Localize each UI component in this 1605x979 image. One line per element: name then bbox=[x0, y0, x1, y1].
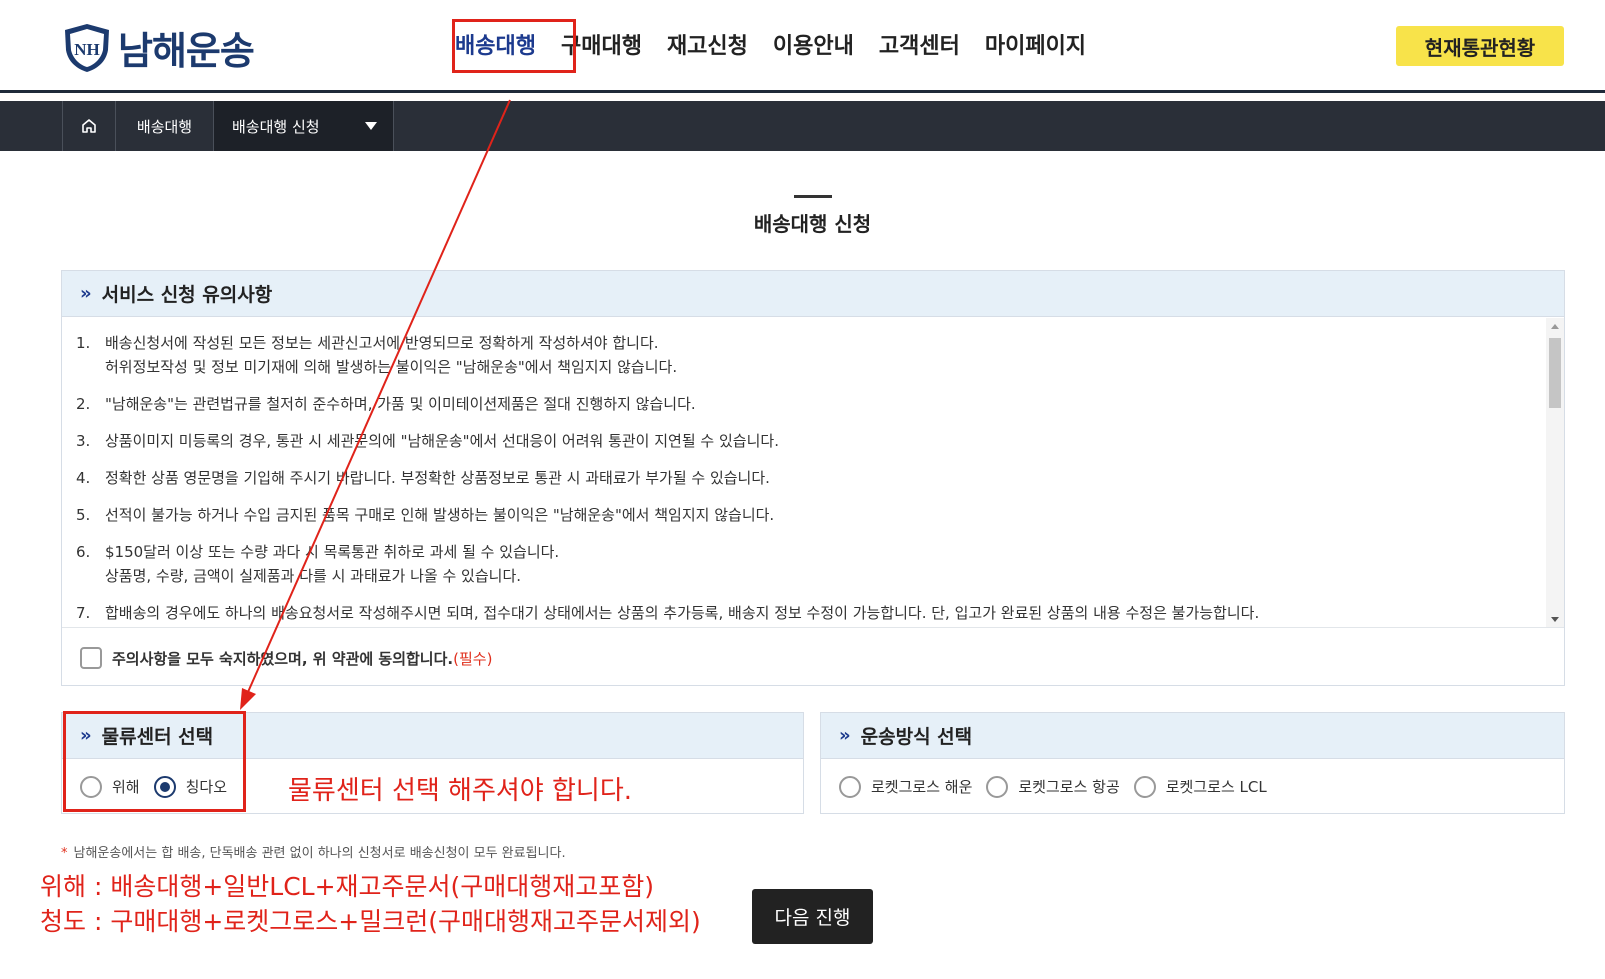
double-chevron-right-icon: » bbox=[839, 725, 851, 746]
transport-options: 로켓그로스 해운 로켓그로스 항공 로켓그로스 LCL bbox=[821, 759, 1564, 814]
notice-item-line: $150달러 이상 또는 수량 과다 시 목록통관 취하로 과세 될 수 있습니… bbox=[105, 543, 560, 561]
scroll-down-arrow-icon[interactable] bbox=[1551, 617, 1559, 622]
notice-item: 7. 합배송의 경우에도 하나의 배송요청서로 작성해주시면 되며, 접수대기 상… bbox=[76, 601, 1534, 625]
double-chevron-right-icon: » bbox=[80, 283, 92, 304]
notice-item-line: 상품이미지 미등록의 경우, 통관 시 세관문의에 "남해운송"에서 선대응이 … bbox=[105, 432, 779, 450]
transport-option-lcl[interactable]: 로켓그로스 LCL bbox=[1133, 775, 1267, 798]
breadcrumb-level2-dropdown[interactable]: 배송대행 신청 bbox=[214, 101, 394, 151]
notice-item-number: 7. bbox=[76, 604, 91, 622]
notice-item-line: 배송신청서에 작성된 모든 정보는 세관신고서에 반영되므로 정확하게 작성하셔… bbox=[105, 334, 659, 352]
notice-item: 1. 배송신청서에 작성된 모든 정보는 세관신고서에 반영되므로 정확하게 작성… bbox=[76, 331, 1534, 379]
notice-item-number: 1. bbox=[76, 334, 91, 352]
transport-method-panel: » 운송방식 선택 로켓그로스 해운 로켓그로스 항공 로켓그로스 LCL bbox=[820, 712, 1565, 814]
nav-item-mypage[interactable]: 마이페이지 bbox=[985, 28, 1086, 60]
customs-status-button[interactable]: 현재통관현황 bbox=[1396, 26, 1564, 66]
transport-heading: 운송방식 선택 bbox=[860, 726, 973, 748]
radio-sea[interactable] bbox=[839, 775, 861, 798]
red-note-qingdao: 청도 : 구매대행+로켓그로스+밀크런(구매대행재고주문서제외) bbox=[40, 907, 701, 936]
transport-header: » 운송방식 선택 bbox=[821, 713, 1564, 759]
notice-panel: » 서비스 신청 유의사항 1. 배송신청서에 작성된 모든 정보는 세관신고서에… bbox=[61, 270, 1565, 686]
required-mark: (필수) bbox=[453, 649, 493, 668]
notice-header: » 서비스 신청 유의사항 bbox=[62, 271, 1564, 317]
notice-item-text: 상품이미지 미등록의 경우, 통관 시 세관문의에 "남해운송"에서 선대응이 … bbox=[105, 429, 779, 453]
annotation-box-nav bbox=[452, 19, 576, 73]
notice-item-number: 3. bbox=[76, 432, 91, 450]
notice-item-text: 배송신청서에 작성된 모든 정보는 세관신고서에 반영되므로 정확하게 작성하셔… bbox=[105, 331, 677, 379]
next-step-button[interactable]: 다음 진행 bbox=[752, 889, 873, 944]
breadcrumb: 배송대행 배송대행 신청 bbox=[0, 101, 1605, 151]
notice-item-line: 상품명, 수량, 금액이 실제품과 다를 시 과태료가 나올 수 있습니다. bbox=[105, 567, 522, 585]
notice-item-line: 합배송의 경우에도 하나의 배송요청서로 작성해주시면 되며, 접수대기 상태에… bbox=[105, 604, 1260, 622]
transport-option-air[interactable]: 로켓그로스 항공 bbox=[986, 775, 1120, 798]
scrollbar[interactable] bbox=[1546, 318, 1564, 627]
nav-item-guide[interactable]: 이용안내 bbox=[773, 28, 854, 60]
notice-item: 4. 정확한 상품 영문명을 기입해 주시기 바랍니다. 부정확한 상품정보로 통… bbox=[76, 466, 1534, 490]
site-header: NH 남해운송 배송대행 구매대행 재고신청 이용안내 고객센터 마이페이지 현… bbox=[0, 0, 1605, 93]
notice-item: 3. 상품이미지 미등록의 경우, 통관 시 세관문의에 "남해운송"에서 선대응… bbox=[76, 429, 1534, 453]
transport-option-sea[interactable]: 로켓그로스 해운 bbox=[839, 775, 973, 798]
caret-down-icon bbox=[365, 122, 377, 130]
notice-scroll-area[interactable]: 1. 배송신청서에 작성된 모든 정보는 세관신고서에 반영되므로 정확하게 작성… bbox=[62, 318, 1564, 628]
agree-label: 주의사항을 모두 숙지하였으며, 위 약관에 동의합니다. bbox=[112, 649, 454, 668]
transport-option-label: 로켓그로스 항공 bbox=[1018, 778, 1120, 796]
title-decoration bbox=[794, 195, 832, 198]
scroll-up-arrow-icon[interactable] bbox=[1551, 324, 1559, 329]
logo-shield-icon: NH bbox=[65, 23, 109, 72]
notice-item-text: 정확한 상품 영문명을 기입해 주시기 바랍니다. 부정확한 상품정보로 통관 … bbox=[105, 466, 770, 490]
notice-item: 2. "남해운송"는 관련법규를 철저히 준수하며, 가품 및 이미테이션제품은 … bbox=[76, 392, 1534, 416]
logo-text: 남해운송 bbox=[118, 29, 255, 73]
radio-air[interactable] bbox=[986, 775, 1009, 798]
notice-item-text: "남해운송"는 관련법규를 철저히 준수하며, 가품 및 이미테이션제품은 절대… bbox=[105, 392, 696, 416]
annotation-box-center bbox=[63, 711, 246, 812]
transport-option-label: 로켓그로스 LCL bbox=[1165, 778, 1267, 796]
notice-heading: 서비스 신청 유의사항 bbox=[101, 284, 273, 306]
notice-item: 5. 선적이 불가능 하거나 수입 금지된 품목 구매로 인해 발생하는 불이익은… bbox=[76, 503, 1534, 527]
agree-checkbox-row[interactable]: 주의사항을 모두 숙지하였으며, 위 약관에 동의합니다. (필수) bbox=[80, 647, 492, 669]
annotation-text: 물류센터 선택 해주셔야 합니다. bbox=[288, 776, 633, 806]
notice-item-text: 선적이 불가능 하거나 수입 금지된 품목 구매로 인해 발생하는 불이익은 "… bbox=[105, 503, 774, 527]
home-icon bbox=[82, 119, 96, 133]
notice-item-line: "남해운송"는 관련법규를 철저히 준수하며, 가품 및 이미테이션제품은 절대… bbox=[105, 395, 696, 413]
notice-item-text: $150달러 이상 또는 수량 과다 시 목록통관 취하로 과세 될 수 있습니… bbox=[105, 540, 559, 588]
notice-item-line: 정확한 상품 영문명을 기입해 주시기 바랍니다. 부정확한 상품정보로 통관 … bbox=[105, 469, 770, 487]
nav-item-support[interactable]: 고객센터 bbox=[879, 28, 960, 60]
notice-item: 6. $150달러 이상 또는 수량 과다 시 목록통관 취하로 과세 될 수 있… bbox=[76, 540, 1534, 588]
logo-emblem: NH bbox=[74, 40, 100, 59]
scroll-thumb[interactable] bbox=[1549, 338, 1561, 408]
notice-item-number: 6. bbox=[76, 543, 91, 561]
footnote-star: * bbox=[61, 846, 68, 861]
notice-item-number: 4. bbox=[76, 469, 91, 487]
logo[interactable]: NH 남해운송 bbox=[62, 20, 255, 75]
radio-lcl[interactable] bbox=[1133, 775, 1156, 798]
notice-item-number: 2. bbox=[76, 395, 91, 413]
footnote-text: 남해운송에서는 합 배송, 단독배송 관련 없이 하나의 신청서로 배송신청이 … bbox=[73, 846, 566, 861]
notice-item-line: 허위정보작성 및 정보 미기재에 의해 발생하는 불이익은 "남해운송"에서 책… bbox=[105, 358, 678, 376]
red-note-weihai: 위해 : 배송대행+일반LCL+재고주문서(구매대행재고포함) bbox=[40, 872, 655, 901]
breadcrumb-home[interactable] bbox=[62, 101, 116, 151]
agree-checkbox[interactable] bbox=[80, 647, 102, 669]
page-title: 배송대행 신청 bbox=[753, 212, 872, 236]
breadcrumb-level2-label: 배송대행 신청 bbox=[232, 117, 320, 136]
notice-item-number: 5. bbox=[76, 506, 91, 524]
notice-item-text: 합배송의 경우에도 하나의 배송요청서로 작성해주시면 되며, 접수대기 상태에… bbox=[105, 601, 1259, 625]
notice-item-line: 선적이 불가능 하거나 수입 금지된 품목 구매로 인해 발생하는 불이익은 "… bbox=[105, 506, 775, 524]
notice-list: 1. 배송신청서에 작성된 모든 정보는 세관신고서에 반영되므로 정확하게 작성… bbox=[62, 318, 1564, 625]
footnote: * 남해운송에서는 합 배송, 단독배송 관련 없이 하나의 신청서로 배송신청이… bbox=[61, 842, 566, 861]
breadcrumb-level1[interactable]: 배송대행 bbox=[116, 101, 214, 151]
nav-item-inventory[interactable]: 재고신청 bbox=[667, 28, 748, 60]
transport-option-label: 로켓그로스 해운 bbox=[871, 778, 973, 796]
